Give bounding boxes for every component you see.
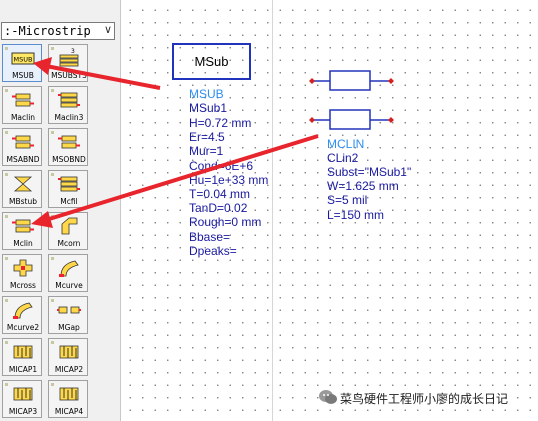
mclin-lower-line — [309, 109, 394, 130]
mclin-instance-name: CLin2 — [327, 151, 359, 165]
wechat-icon — [319, 390, 337, 404]
mclin-type-label: MCLIN — [327, 137, 365, 151]
mclin-param: L=150 mm — [327, 207, 385, 222]
mclin-upper-line — [309, 70, 394, 91]
mclin-symbol[interactable] — [0, 0, 538, 421]
mclin-param: W=1.625 mm — [327, 179, 399, 194]
watermark-text: 菜鸟硬件工程师小廖的成长日记 — [340, 392, 509, 406]
mclin-param: S=5 mil — [327, 193, 368, 208]
mclin-param: Subst="MSub1" — [327, 165, 412, 179]
